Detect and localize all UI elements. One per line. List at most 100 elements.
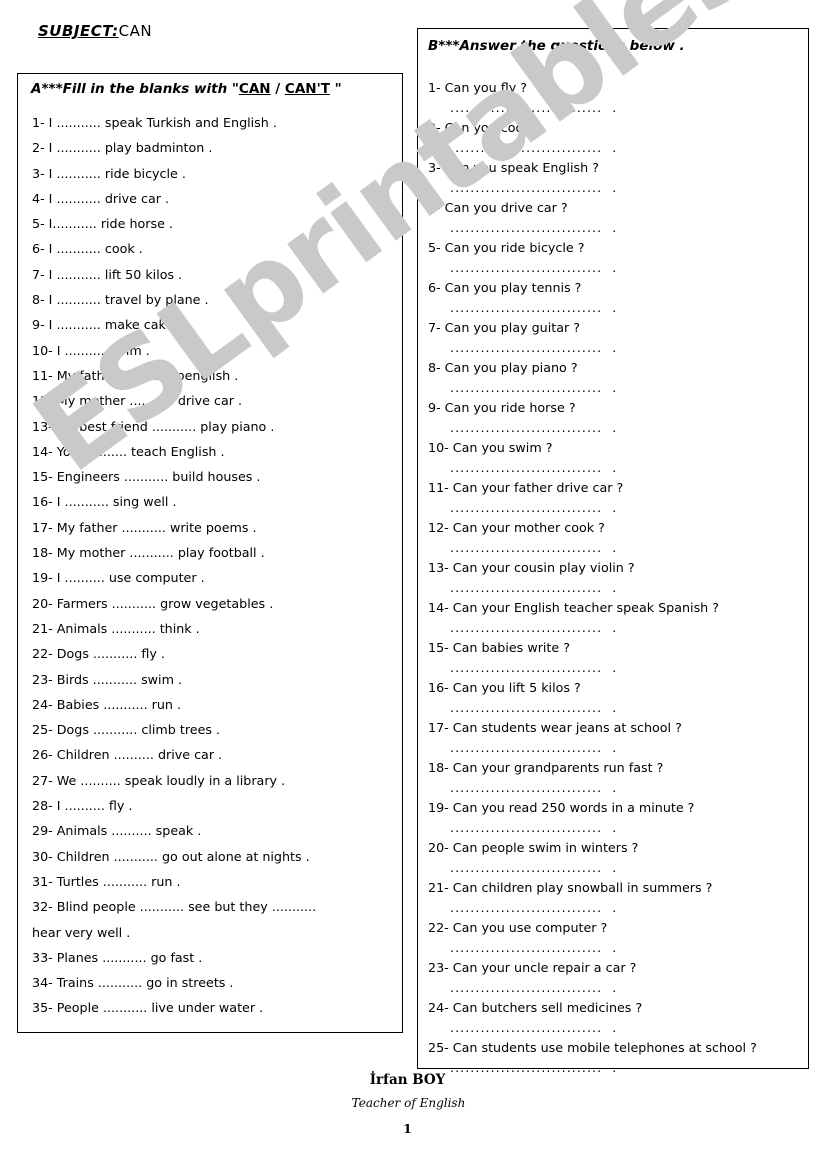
exercise-a-option-can: CAN	[238, 81, 271, 97]
answer-blank-line[interactable]: ...............................	[428, 898, 802, 917]
answer-line-period: .	[612, 100, 617, 115]
exercise-b-question-item: 2- Can you cook ?.......................…	[428, 117, 802, 157]
answer-blank-line[interactable]: ...............................	[428, 618, 802, 637]
exercise-b-question-text: 14- Can your English teacher speak Spani…	[428, 600, 719, 615]
exercise-b-question-item: 19- Can you read 250 words in a minute ?…	[428, 797, 802, 837]
exercise-b-heading: B***Answer the questions below .	[428, 38, 685, 54]
answer-line-period: .	[612, 620, 617, 635]
exercise-a-item: 1- I ........... speak Turkish and Engli…	[32, 115, 277, 130]
answer-line-period: .	[612, 780, 617, 795]
exercise-b-question-item: 1- Can you fly ?........................…	[428, 77, 802, 117]
answer-blank-line[interactable]: ...............................	[428, 698, 802, 717]
answer-blank-line[interactable]: ...............................	[428, 978, 802, 997]
answer-blank-line[interactable]: ...............................	[428, 338, 802, 357]
exercise-b-question-item: 21- Can children play snowball in summer…	[428, 877, 802, 917]
answer-line-period: .	[612, 660, 617, 675]
exercise-b-question-item: 5- Can you ride bicycle ?...............…	[428, 237, 802, 277]
exercise-b-question-text: 2- Can you cook ?	[428, 120, 542, 135]
answer-line-period: .	[612, 260, 617, 275]
answer-line-period: .	[612, 900, 617, 915]
exercise-a-item: 17- My father ........... write poems .	[32, 519, 257, 535]
exercise-b-question-text: 12- Can your mother cook ?	[428, 520, 605, 535]
teacher-title: Teacher of English	[351, 1096, 466, 1110]
exercise-a-heading: A***Fill in the blanks with "CAN / CAN'T…	[31, 81, 342, 97]
exercise-a-item: 6- I ........... cook .	[32, 241, 143, 257]
subject-value: CAN	[118, 22, 153, 40]
exercise-b-question-item: 4- Can you drive car ?..................…	[428, 197, 802, 237]
answer-blank-line[interactable]: ...............................	[428, 458, 802, 477]
exercise-b-question-item: 20- Can people swim in winters ?........…	[428, 837, 802, 877]
exercise-b-question-text: 1- Can you fly ?	[428, 80, 528, 95]
exercise-b-question-list: 1- Can you fly ?........................…	[428, 77, 802, 1077]
exercise-b-question-text: 16- Can you lift 5 kilos ?	[428, 680, 581, 695]
exercise-a-item: 31- Turtles ........... run .	[32, 873, 181, 889]
exercise-b-question-text: 10- Can you swim ?	[428, 440, 553, 455]
exercise-b-question-text: 11- Can your father drive car ?	[428, 480, 624, 495]
answer-blank-line[interactable]: ...............................	[428, 778, 802, 797]
exercise-b-question-item: 17- Can students wear jeans at school ?.…	[428, 717, 802, 757]
answer-line-period: .	[612, 700, 617, 715]
answer-blank-line[interactable]: ...............................	[428, 498, 802, 517]
answer-blank-line[interactable]: ...............................	[428, 138, 802, 157]
exercise-a-item: 28- I .......... fly .	[32, 798, 133, 814]
exercise-b-question-item: 14- Can your English teacher speak Spani…	[428, 597, 802, 637]
exercise-a-item: 27- We .......... speak loudly in a libr…	[32, 772, 286, 788]
exercise-a-item: 21- Animals ........... think .	[32, 620, 200, 636]
exercise-a-item: 11- My father ........... spenglish .	[32, 367, 239, 383]
answer-blank-line[interactable]: ...............................	[428, 818, 802, 837]
answer-blank-line[interactable]: ...............................	[428, 298, 802, 317]
exercise-a-item: 5- I........... ride horse .	[32, 216, 173, 232]
exercise-b-question-item: 8- Can you play piano ?.................…	[428, 357, 802, 397]
exercise-b-question-item: 6- Can you play tennis ?................…	[428, 277, 802, 317]
exercise-a-item: 7- I ........... lift 50 kilos .	[32, 266, 183, 282]
answer-blank-line[interactable]: ...............................	[428, 218, 802, 237]
answer-blank-line[interactable]: ...............................	[428, 418, 802, 437]
exercise-b-question-text: 15- Can babies write ?	[428, 640, 570, 655]
exercise-a-item: 34- Trains ........... go in streets .	[32, 975, 234, 991]
exercise-b-question-text: 4- Can you drive car ?	[428, 200, 568, 215]
exercise-a-item: 29- Animals .......... speak .	[32, 823, 202, 839]
exercise-a-item: 35- People ........... live under water …	[32, 1000, 264, 1016]
answer-blank-line[interactable]: ...............................	[428, 658, 802, 677]
exercise-a-item: 33- Planes ........... go fast .	[32, 949, 203, 965]
exercise-b-question-item: 13- Can your cousin play violin ?.......…	[428, 557, 802, 597]
answer-line-period: .	[612, 340, 617, 355]
exercise-a-item: 10- I .......... swim .	[32, 342, 150, 358]
exercise-a-item: 24- Babies ........... run .	[32, 696, 182, 712]
answer-blank-line[interactable]: ...............................	[428, 938, 802, 957]
exercise-a-box: A***Fill in the blanks with "CAN / CAN'T…	[17, 73, 403, 1033]
exercise-b-question-item: 10- Can you swim ?......................…	[428, 437, 802, 477]
exercise-a-item: 32- Blind people ........... see but the…	[32, 899, 317, 915]
answer-blank-line[interactable]: ...............................	[428, 578, 802, 597]
answer-blank-line[interactable]: ...............................	[428, 1018, 802, 1037]
answer-blank-line[interactable]: ...............................	[428, 858, 802, 877]
exercise-b-box: B***Answer the questions below . 1- Can …	[417, 28, 809, 1075]
exercise-a-item-list: 1- I ........... speak Turkish and Engli…	[32, 110, 396, 1021]
exercise-b-question-text: 20- Can people swim in winters ?	[428, 840, 639, 855]
exercise-a-item: 20- Farmers ........... grow vegetables …	[32, 595, 274, 611]
answer-blank-line[interactable]: ...............................	[428, 738, 802, 757]
exercise-b-question-text: 19- Can you read 250 words in a minute ?	[428, 800, 695, 815]
exercise-a-item: 19- I .......... use computer .	[32, 570, 205, 586]
exercise-b-question-text: 3- Can you speak English ?	[428, 160, 599, 175]
answer-blank-line[interactable]: ...............................	[428, 98, 802, 117]
answer-blank-line[interactable]: ...............................	[428, 178, 802, 197]
answer-blank-line[interactable]: ...............................	[428, 258, 802, 277]
answer-blank-line[interactable]: ...............................	[428, 378, 802, 397]
exercise-a-heading-prefix: A***Fill in the blanks with "	[31, 81, 239, 97]
answer-line-period: .	[612, 1020, 617, 1035]
exercise-a-item: 9- I ........... make cake .	[32, 317, 182, 333]
exercise-b-question-item: 18- Can your grandparents run fast ?....…	[428, 757, 802, 797]
exercise-b-question-text: 23- Can your uncle repair a car ?	[428, 960, 637, 975]
exercise-a-item: 14- You ........... teach English .	[32, 443, 225, 459]
exercise-b-question-text: 17- Can students wear jeans at school ?	[428, 720, 682, 735]
exercise-a-item: 18- My mother ........... play football …	[32, 545, 265, 561]
exercise-b-question-text: 21- Can children play snowball in summer…	[428, 880, 713, 895]
answer-line-period: .	[612, 220, 617, 235]
answer-line-period: .	[612, 420, 617, 435]
exercise-b-question-item: 3- Can you speak English ?..............…	[428, 157, 802, 197]
exercise-b-question-text: 25- Can students use mobile telephones a…	[428, 1040, 757, 1055]
answer-blank-line[interactable]: ...............................	[428, 538, 802, 557]
exercise-a-heading-suffix: "	[329, 81, 342, 97]
exercise-a-heading-separator: /	[270, 81, 285, 97]
